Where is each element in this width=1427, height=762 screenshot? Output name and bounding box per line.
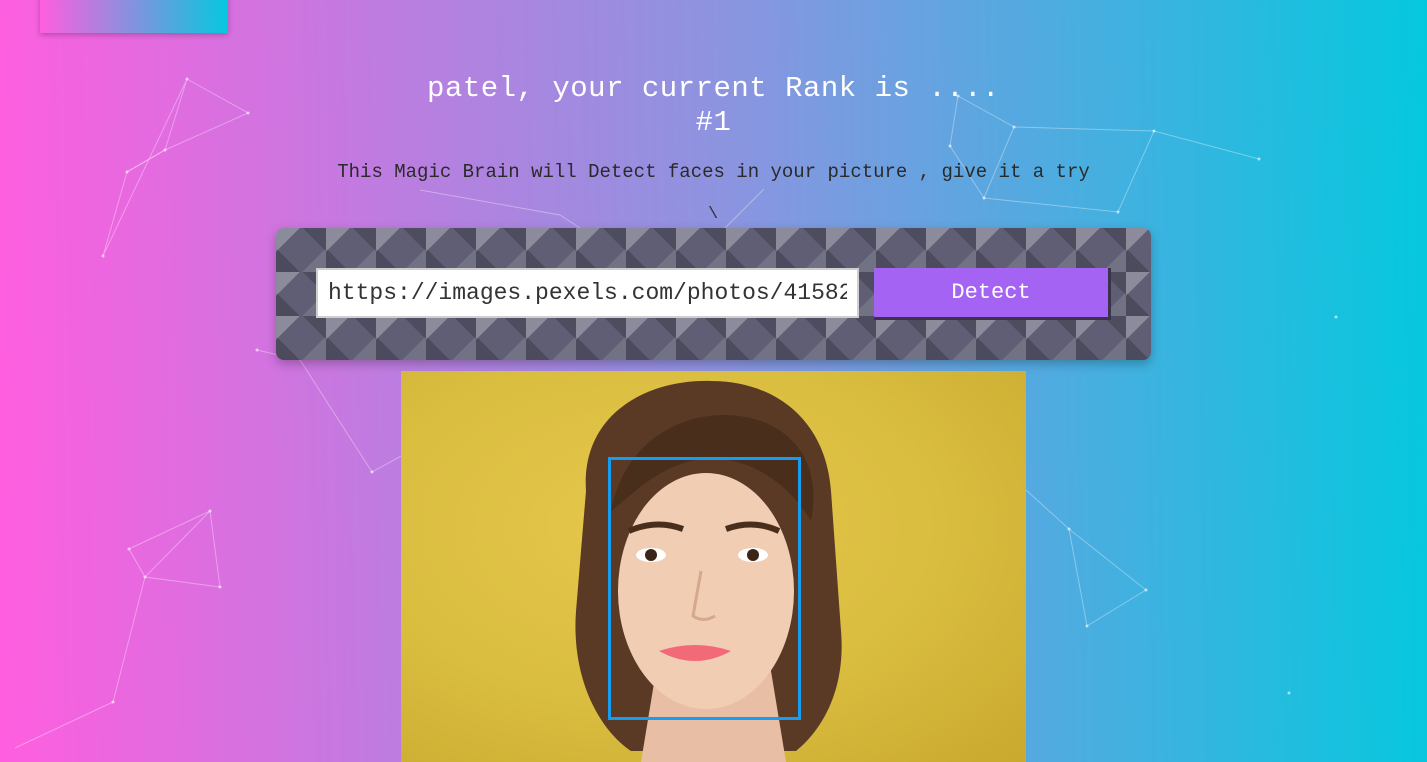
stray-character: \ — [708, 205, 719, 224]
input-photo — [401, 371, 1026, 762]
image-link-form: Detect — [276, 228, 1151, 360]
rank-message: patel, your current Rank is .... — [427, 72, 1000, 105]
detect-button[interactable]: Detect — [874, 268, 1111, 320]
image-url-input[interactable] — [316, 268, 859, 318]
tagline: This Magic Brain will Detect faces in yo… — [337, 161, 1090, 183]
brain-logo-icon — [40, 0, 228, 33]
rank-value: #1 — [695, 106, 732, 139]
face-bounding-box — [608, 457, 801, 720]
